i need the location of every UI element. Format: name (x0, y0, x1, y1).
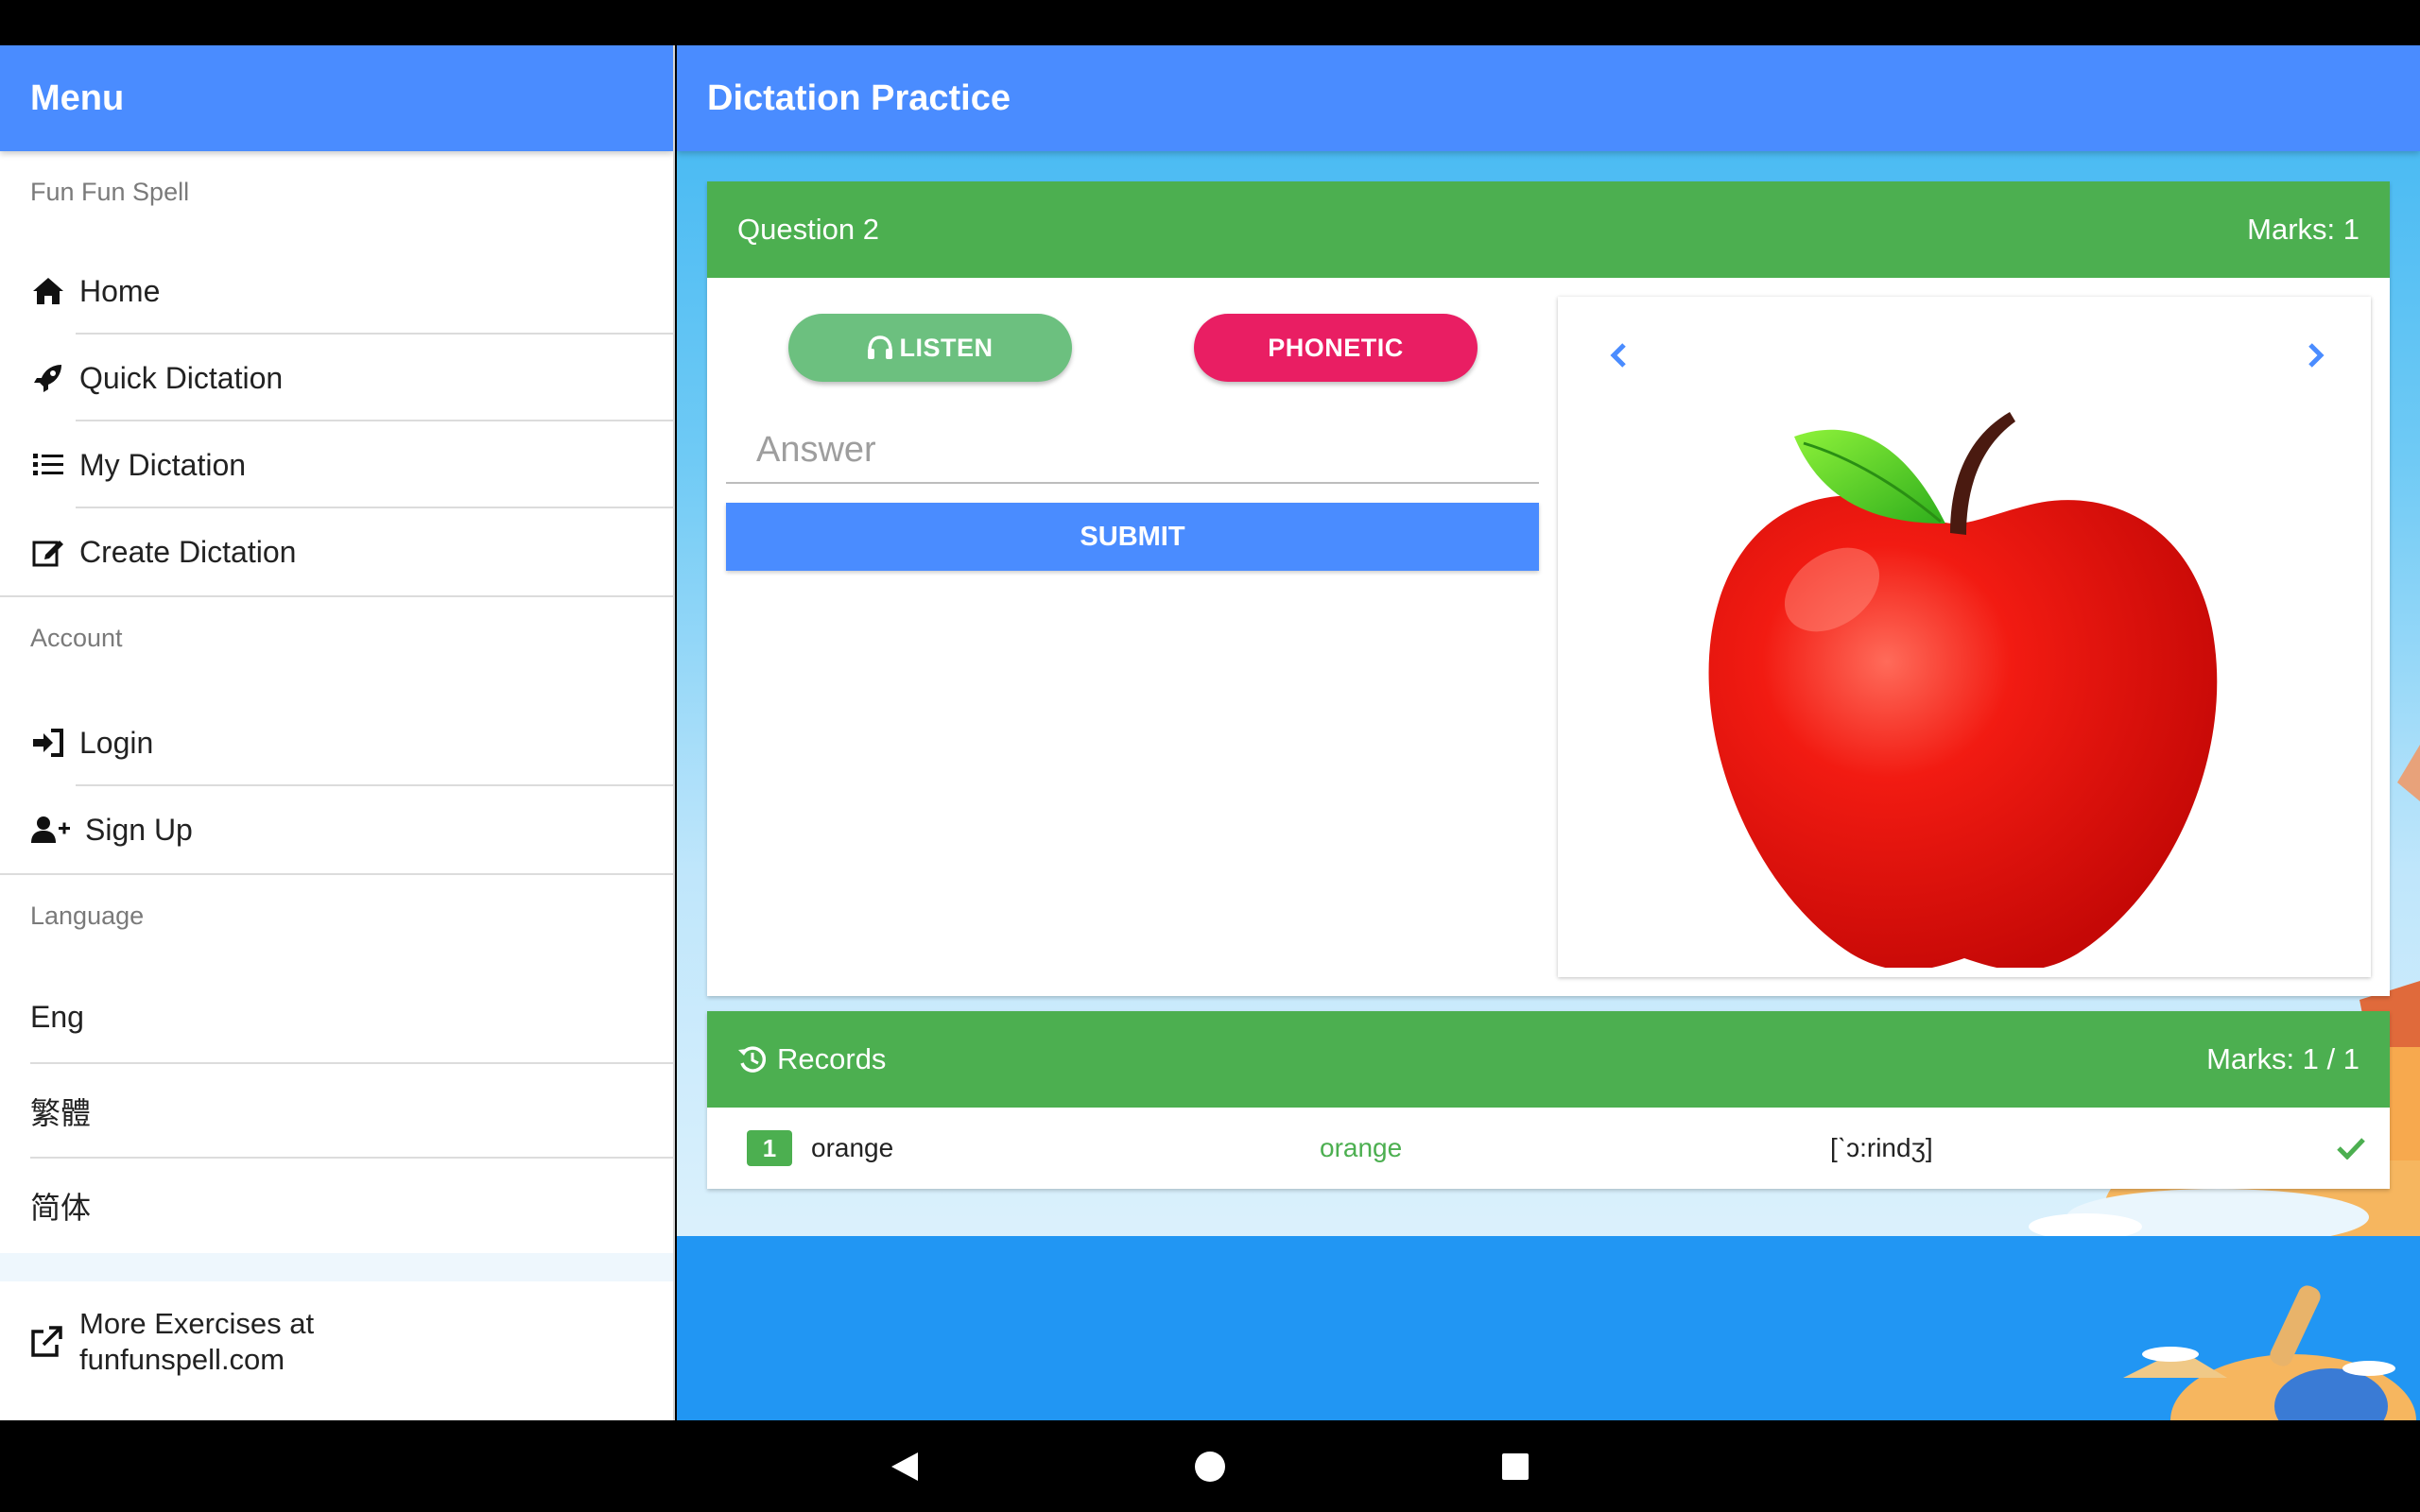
phonetic-button[interactable]: PHONETIC (1194, 314, 1478, 382)
apple-image (1708, 412, 2218, 968)
chevron-right-icon (2308, 343, 2325, 368)
checkmark-icon (2337, 1137, 2365, 1160)
records-header: Records Marks: 1 / 1 (707, 1011, 2390, 1108)
edit-icon (30, 536, 66, 568)
record-phonetic: [ˋɔ:rindʒ] (1830, 1133, 1933, 1162)
table-row: 1 orange orange [ˋɔ:rindʒ] (707, 1108, 2390, 1189)
recents-square-icon (1502, 1453, 1529, 1480)
app-name-label: Fun Fun Spell (30, 178, 190, 206)
sidebar-item-label: My Dictation (79, 447, 247, 482)
footer-scenery (2123, 1285, 2416, 1420)
back-button[interactable] (881, 1443, 928, 1490)
sidebar-item-label: Quick Dictation (79, 360, 284, 395)
records-card: Records Marks: 1 / 1 1 orange orange [ˋɔ… (707, 1011, 2390, 1189)
records-marks: Marks: 1 / 1 (2206, 1042, 2360, 1075)
language-option-simplified[interactable]: 简体 (0, 1159, 673, 1253)
sidebar: Menu Fun Fun Spell Home Quick Dictation … (0, 45, 675, 1420)
chevron-left-icon (1610, 343, 1626, 368)
user-plus-icon (30, 814, 72, 846)
image-carousel (1558, 297, 2371, 977)
account-section-label: Account (30, 624, 123, 652)
next-image-button[interactable] (2295, 335, 2337, 376)
language-option-eng[interactable]: Eng (0, 970, 673, 1064)
sidebar-item-label: Create Dictation (79, 534, 297, 569)
home-nav-button[interactable] (1186, 1443, 1234, 1490)
record-correct-word: orange (1320, 1133, 1403, 1162)
record-number-badge: 1 (747, 1130, 792, 1166)
listen-button[interactable]: LISTEN (788, 314, 1072, 382)
home-circle-icon (1195, 1452, 1225, 1482)
list-icon (30, 449, 66, 481)
language-section-label: Language (30, 902, 145, 930)
home-icon (30, 275, 66, 307)
records-title: Records (777, 1042, 887, 1075)
sidebar-item-label: Sign Up (85, 812, 193, 847)
sidebar-item-sign-up[interactable]: Sign Up (0, 786, 673, 873)
sidebar-item-login[interactable]: Login (0, 699, 673, 786)
sidebar-item-home[interactable]: Home (0, 248, 673, 335)
page-title: Dictation Practice (677, 45, 2420, 151)
back-triangle-icon (891, 1452, 918, 1481)
sidebar-item-label: Home (79, 273, 161, 308)
answer-placeholder: Answer (756, 429, 876, 470)
footer-band (677, 1236, 2420, 1420)
status-bar (0, 0, 2420, 45)
sidebar-title: Menu (0, 45, 673, 151)
history-icon (737, 1044, 768, 1074)
footer-line-1: More Exercises at (79, 1307, 315, 1340)
submit-button[interactable]: SUBMIT (726, 503, 1539, 571)
recents-button[interactable] (1492, 1443, 1539, 1490)
sidebar-item-create-dictation[interactable]: Create Dictation (0, 508, 673, 595)
sidebar-item-label: Login (79, 725, 154, 760)
question-header: Question 2 Marks: 1 (707, 181, 2390, 278)
rocket-icon (30, 362, 66, 394)
more-exercises-link[interactable]: More Exercises at funfunspell.com (0, 1281, 673, 1378)
answer-input[interactable]: Answer (726, 418, 1539, 484)
question-marks: Marks: 1 (2247, 213, 2360, 246)
sidebar-item-my-dictation[interactable]: My Dictation (0, 421, 673, 508)
record-answer: orange (811, 1133, 894, 1162)
question-card: Question 2 Marks: 1 LISTEN PHONETIC Answ… (707, 181, 2390, 996)
main-content: Dictation Practice Question 2 Marks: 1 L… (677, 45, 2420, 1420)
previous-image-button[interactable] (1598, 335, 1639, 376)
language-option-traditional[interactable]: 繁體 (0, 1064, 673, 1159)
login-icon (30, 727, 66, 759)
background-decoration-right (2397, 745, 2420, 801)
sidebar-item-quick-dictation[interactable]: Quick Dictation (0, 335, 673, 421)
external-link-icon (30, 1326, 66, 1358)
question-number: Question 2 (737, 213, 879, 246)
headphones-icon (867, 335, 893, 360)
footer-line-2: funfunspell.com (79, 1343, 285, 1376)
